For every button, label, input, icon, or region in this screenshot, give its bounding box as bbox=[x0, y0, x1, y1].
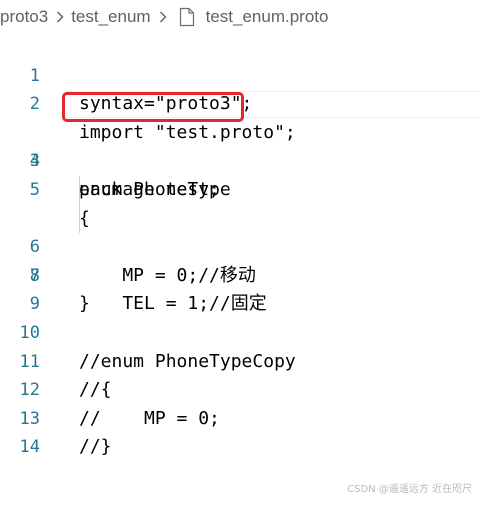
code-line[interactable]: 8 } bbox=[0, 233, 480, 315]
indent-guide bbox=[79, 204, 80, 234]
code-line[interactable]: 13 //} bbox=[0, 376, 480, 458]
breadcrumb-folder-proto3[interactable]: proto3 bbox=[0, 7, 48, 27]
line-number: 14 bbox=[19, 437, 40, 458]
code-line[interactable]: 4 enum PhoneType bbox=[0, 119, 480, 200]
code-editor[interactable]: 1 syntax="proto3"; 2 import "test.proto"… bbox=[0, 33, 480, 458]
breadcrumb: proto3 test_enum test_enum.proto bbox=[0, 0, 480, 34]
breadcrumb-file[interactable]: test_enum.proto bbox=[206, 7, 329, 27]
code-line[interactable]: 14 bbox=[0, 405, 480, 457]
code-line[interactable]: 10 //enum PhoneTypeCopy bbox=[0, 290, 480, 372]
file-icon bbox=[178, 7, 196, 27]
chevron-right-icon bbox=[53, 10, 67, 24]
indent-guide bbox=[79, 175, 80, 205]
code-line[interactable]: 7 TEL = 1;//固定 bbox=[0, 204, 480, 314]
code-line[interactable]: 9 bbox=[0, 262, 480, 314]
code-line[interactable]: 2 import "test.proto"; bbox=[0, 62, 480, 143]
chevron-right-icon bbox=[156, 10, 170, 24]
watermark: CSDN @遥遥远方 近在咫尺 bbox=[347, 484, 472, 495]
breadcrumb-folder-test-enum[interactable]: test_enum bbox=[71, 7, 150, 27]
code-line-current[interactable]: 3 package test; bbox=[0, 90, 480, 200]
code-text[interactable]: //} bbox=[79, 433, 112, 462]
code-line[interactable]: 1 syntax="proto3"; bbox=[0, 33, 480, 115]
code-line[interactable]: 12 // MP = 0; bbox=[0, 348, 480, 429]
current-line-highlight bbox=[66, 91, 480, 118]
code-line[interactable]: 11 //{ bbox=[0, 319, 480, 401]
code-line[interactable]: 6 MP = 0;//移动 bbox=[0, 175, 480, 286]
code-line[interactable]: 5 { bbox=[0, 147, 480, 229]
